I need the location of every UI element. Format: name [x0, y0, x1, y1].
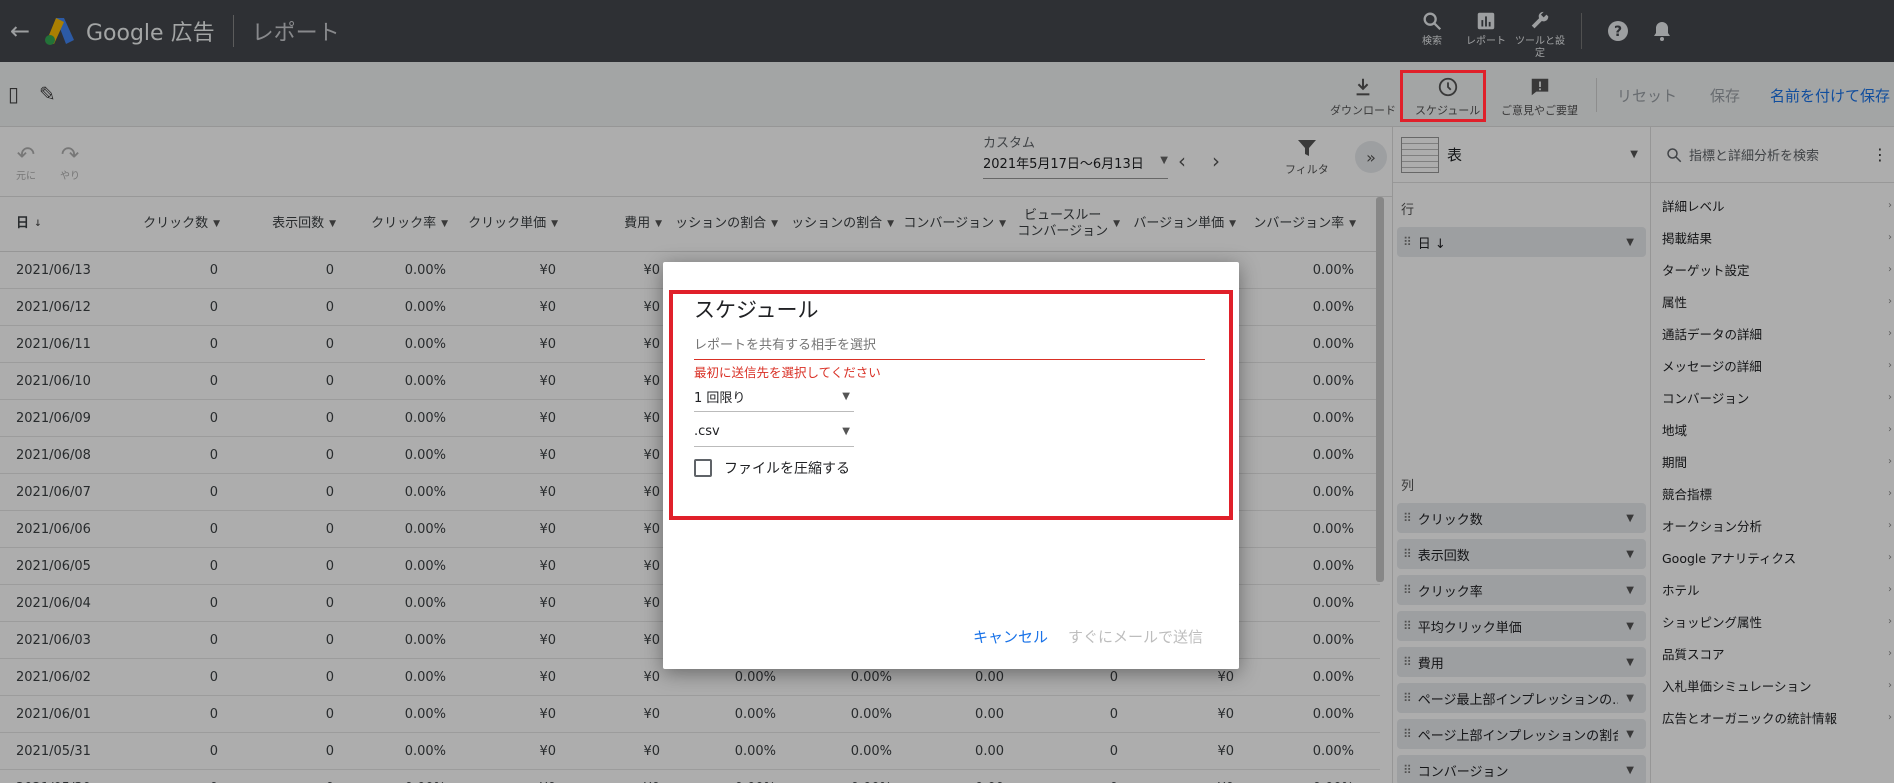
dropdown-icon: ▼	[842, 391, 850, 402]
schedule-dialog: スケジュール 最初に送信先を選択してください 1 回限り ▼ .csv ▼ ファ…	[663, 262, 1239, 669]
file-format-select[interactable]: .csv ▼	[694, 417, 854, 447]
compress-file-checkbox[interactable]: ファイルを圧縮する	[694, 458, 850, 478]
dialog-title: スケジュール	[694, 298, 819, 322]
dropdown-icon: ▼	[842, 426, 850, 437]
recipient-input[interactable]	[694, 332, 1205, 360]
frequency-select[interactable]: 1 回限り ▼	[694, 382, 854, 412]
checkbox-icon[interactable]	[694, 459, 712, 477]
recipient-error-message: 最初に送信先を選択してください	[694, 365, 881, 380]
send-email-now-button[interactable]: すぐにメールで送信	[1068, 626, 1203, 647]
schedule-highlight-box	[1400, 70, 1486, 122]
cancel-button[interactable]: キャンセル	[973, 626, 1048, 647]
